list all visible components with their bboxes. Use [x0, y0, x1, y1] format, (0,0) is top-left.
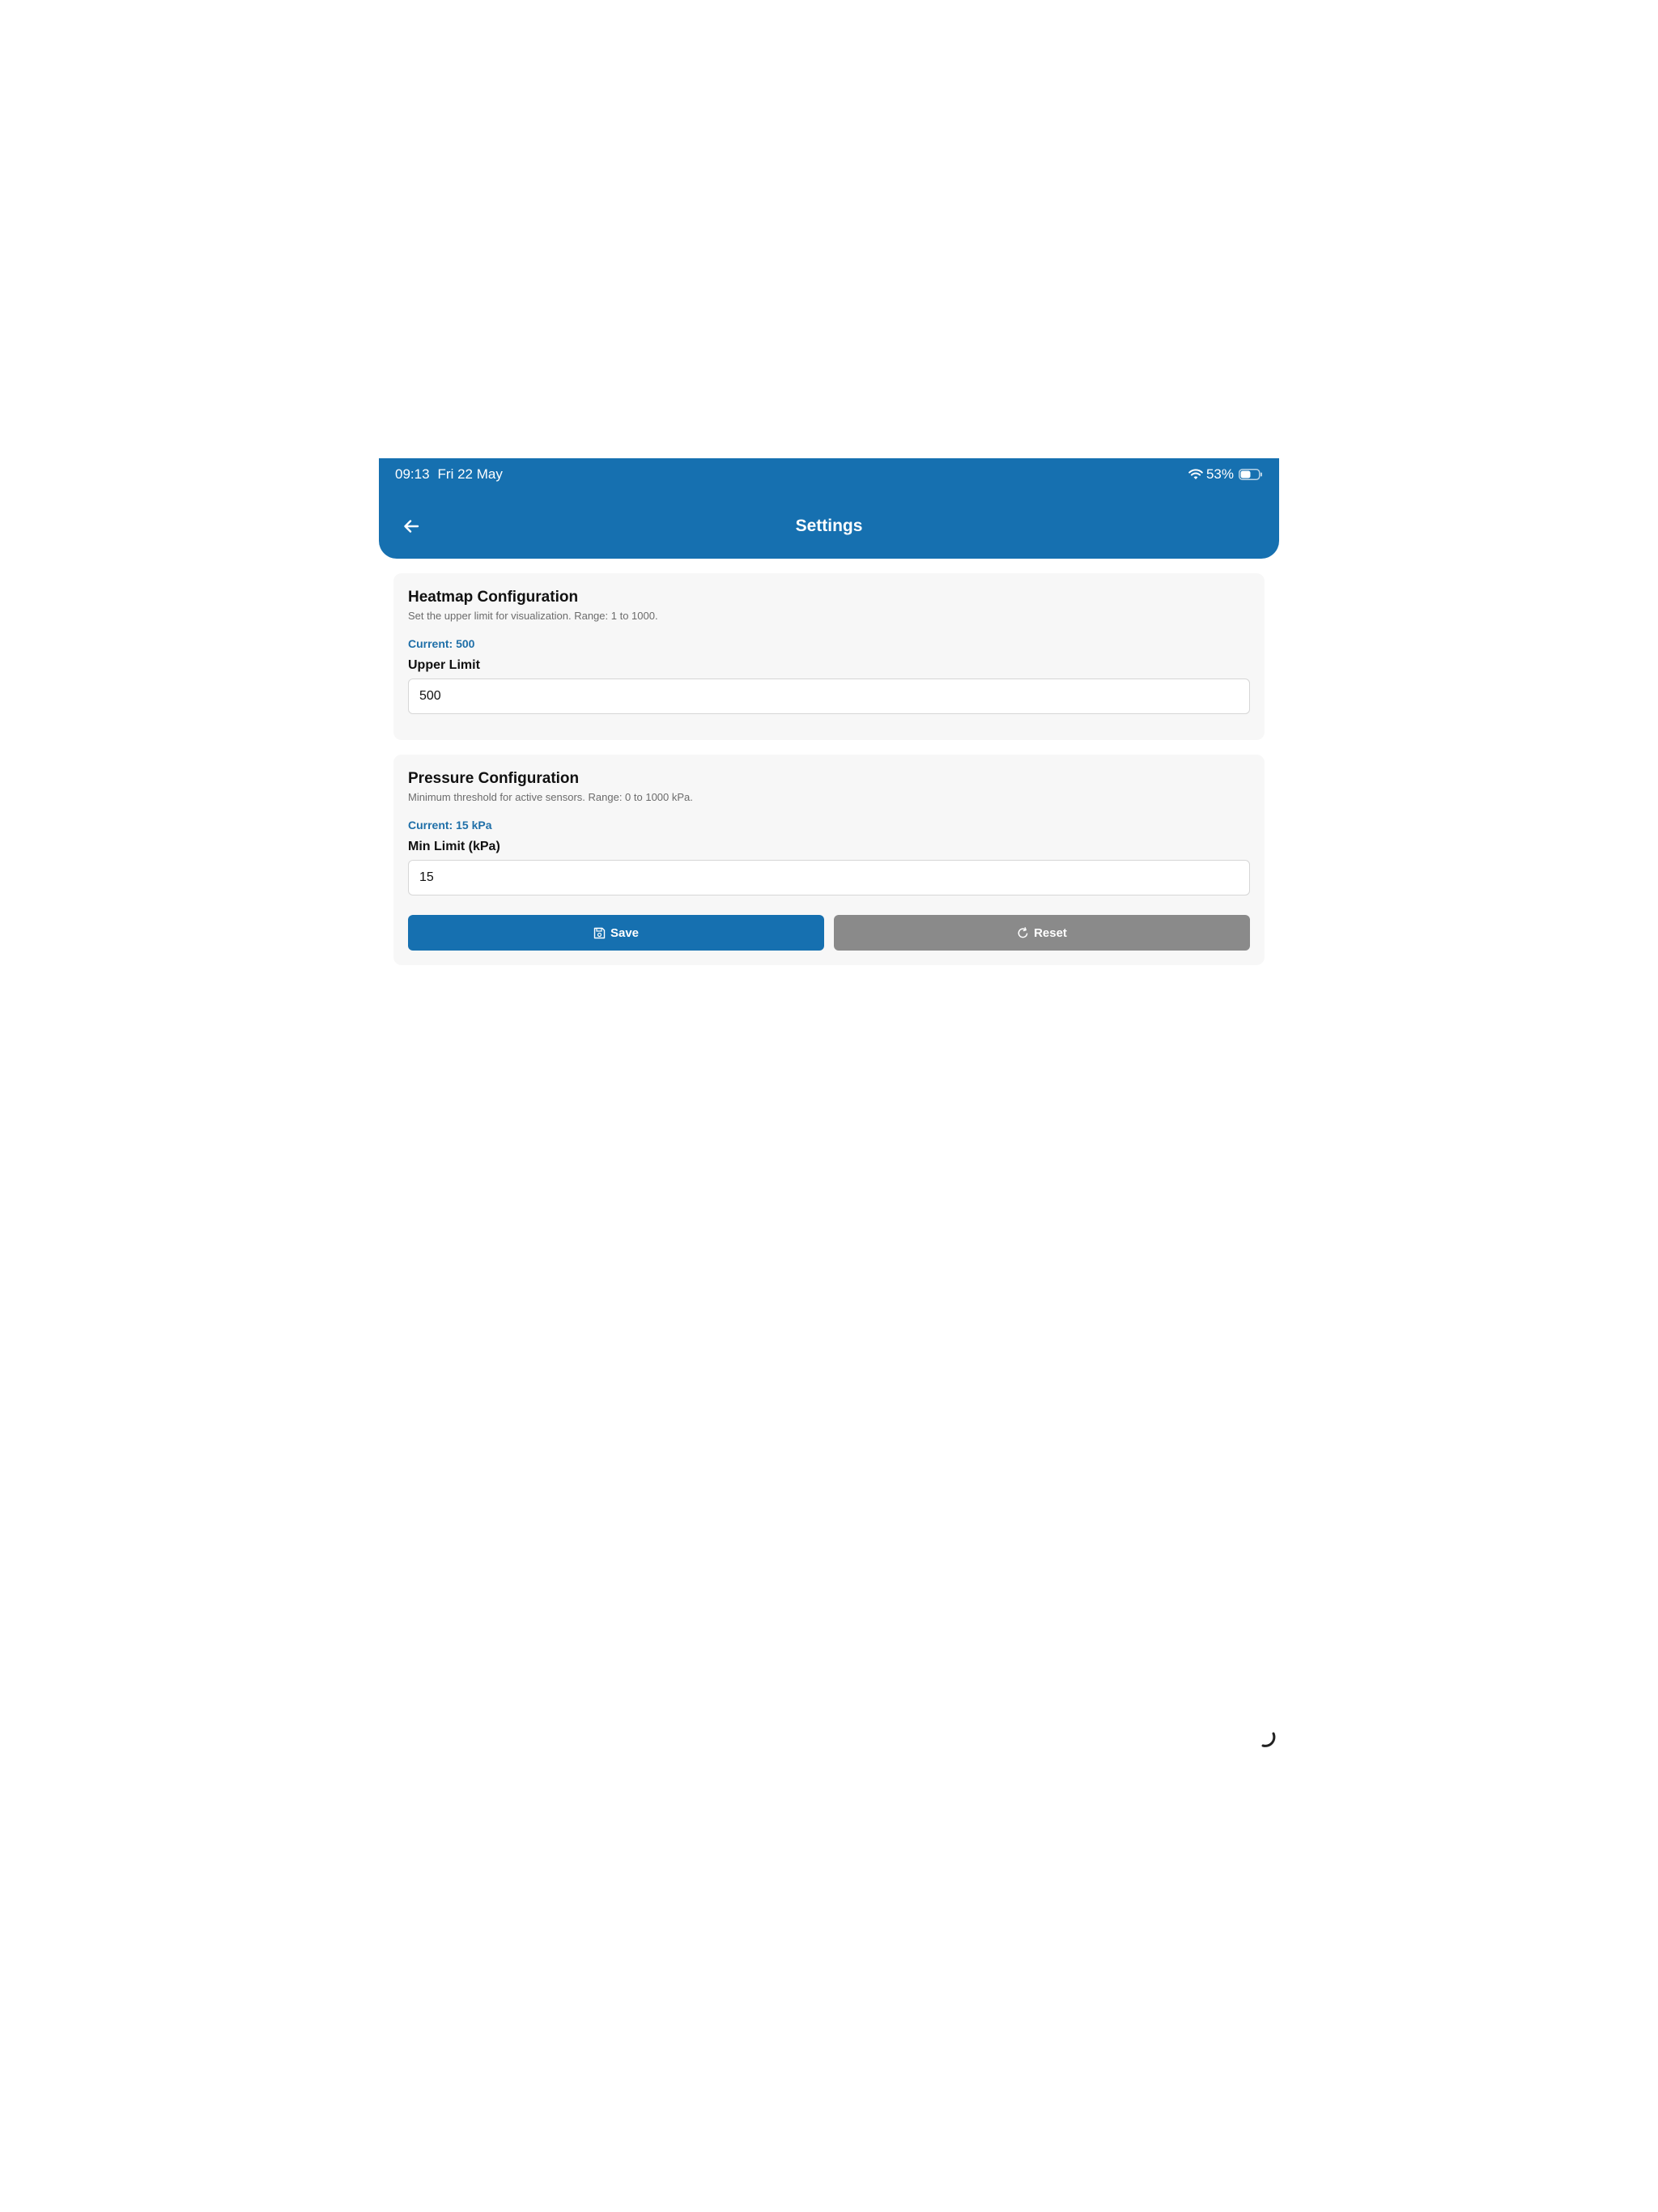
pressure-current-value: Current: 15 kPa: [408, 819, 492, 832]
reset-button[interactable]: Reset: [834, 915, 1250, 951]
save-icon: [593, 927, 606, 938]
status-bar-left: 09:13 Fri 22 May: [395, 466, 503, 483]
pressure-card-description: Minimum threshold for active sensors. Ra…: [408, 791, 693, 803]
page-title: Settings: [795, 517, 863, 535]
pressure-card-title: Pressure Configuration: [408, 770, 580, 787]
battery-percentage: 53%: [1205, 466, 1234, 482]
app-screen: 09:13 Fri 22 May 53% Settings Heatmap Co…: [379, 458, 1279, 1916]
action-buttons: Save Reset: [408, 915, 1250, 951]
status-time: 09:13: [395, 466, 430, 482]
refresh-icon: [1018, 926, 1028, 938]
heatmap-current-value: Current: 500: [408, 637, 475, 650]
upper-limit-label: Upper Limit: [408, 658, 480, 672]
top-app-bar: 09:13 Fri 22 May 53% Settings: [379, 458, 1279, 559]
min-limit-label: Min Limit (kPa): [408, 840, 500, 853]
battery-icon: [1239, 469, 1263, 480]
heatmap-card-description: Set the upper limit for visualization. R…: [408, 610, 658, 622]
upper-limit-input[interactable]: [408, 678, 1250, 714]
status-bar-right: 53%: [1188, 466, 1263, 483]
wifi-icon: [1188, 469, 1203, 480]
save-button[interactable]: Save: [408, 915, 824, 951]
loading-spinner-icon: [1261, 1732, 1276, 1747]
heatmap-card-title: Heatmap Configuration: [408, 589, 579, 606]
pressure-configuration-card: Pressure Configuration Minimum threshold…: [393, 755, 1265, 965]
heatmap-configuration-card: Heatmap Configuration Set the upper limi…: [393, 573, 1265, 740]
min-limit-input[interactable]: [408, 860, 1250, 895]
save-button-label: Save: [610, 925, 640, 940]
status-date: Fri 22 May: [437, 466, 503, 482]
reset-button-label: Reset: [1034, 925, 1067, 940]
